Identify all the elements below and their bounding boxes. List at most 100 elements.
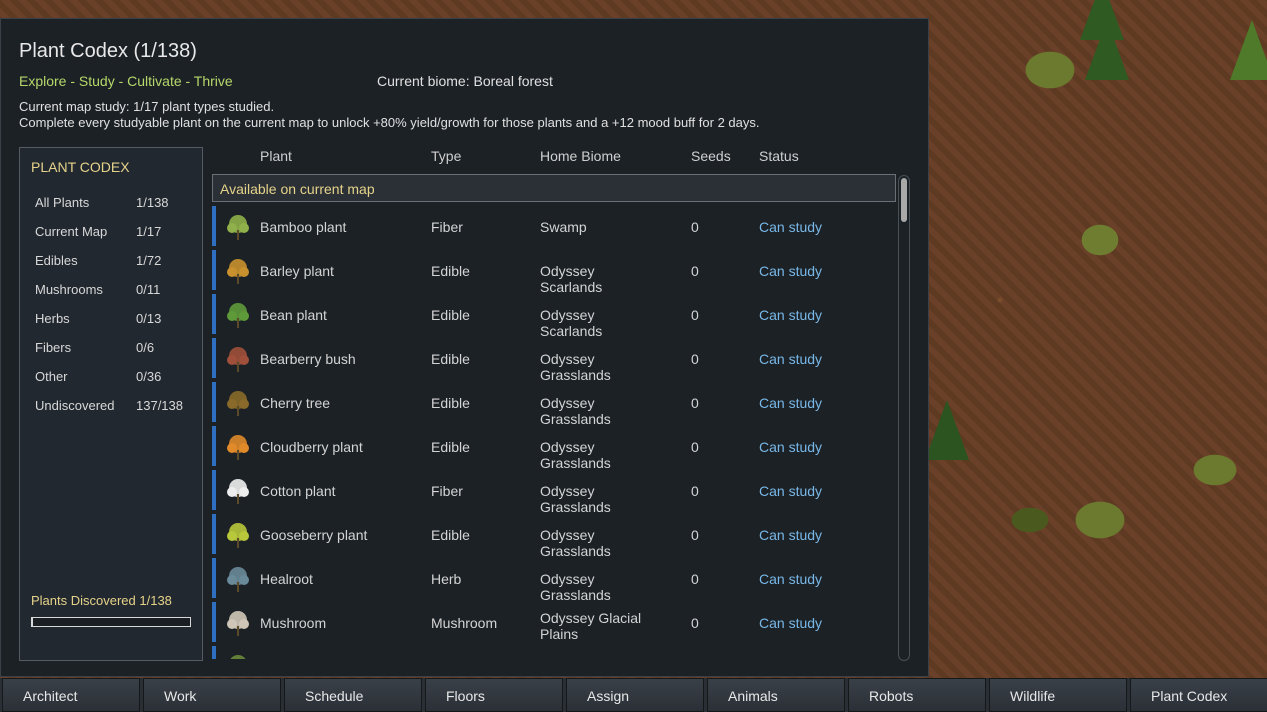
plant-status-link[interactable]: Can study: [759, 483, 822, 499]
category-other[interactable]: Other 0/36: [35, 366, 195, 388]
column-header-home-biome[interactable]: Home Biome: [540, 148, 621, 164]
column-header-status[interactable]: Status: [759, 148, 799, 164]
plant-type: Edible: [431, 527, 470, 543]
tab-wildlife[interactable]: Wildlife: [989, 678, 1127, 712]
plant-row[interactable]: Cotton plant Fiber Odyssey Grasslands 0 Can …: [212, 468, 896, 515]
plant-row[interactable]: Cloudberry plant Edible Odyssey Grasslands…: [212, 424, 896, 471]
plant-status-link[interactable]: Can study: [759, 439, 822, 455]
plant-status-link[interactable]: Can study: [759, 615, 822, 631]
tagline: Explore - Study - Cultivate - Thrive: [19, 73, 233, 89]
column-header-type[interactable]: Type: [431, 148, 461, 164]
tab-schedule[interactable]: Schedule: [284, 678, 422, 712]
plant-seeds: 0: [691, 615, 699, 631]
plant-seeds: 0: [691, 351, 699, 367]
tab-floors[interactable]: Floors: [425, 678, 563, 712]
tab-robots[interactable]: Robots: [848, 678, 986, 712]
window-title: Plant Codex (1/138): [19, 40, 197, 62]
plant-type: Herb: [431, 571, 462, 587]
plant-row[interactable]: Barley plant Edible Odyssey Scarlands 0 Can …: [212, 248, 896, 295]
plant-name: Barley plant: [260, 263, 334, 279]
row-accent-bar: [212, 338, 216, 378]
category-fibers[interactable]: Fibers 0/6: [35, 337, 195, 359]
tab-plant-codex[interactable]: Plant Codex: [1130, 678, 1267, 712]
section-label: Available on current map: [220, 181, 375, 197]
plant-status-link[interactable]: Can study: [759, 571, 822, 587]
category-label: Other: [35, 369, 68, 384]
plant-list-scrollbar[interactable]: [898, 175, 910, 661]
plant-home-biome: Swamp: [540, 219, 587, 235]
tab-assign[interactable]: Assign: [566, 678, 704, 712]
category-label: Current Map: [35, 224, 108, 239]
tab-label: Architect: [23, 688, 78, 704]
category-current-map[interactable]: Current Map 1/17: [35, 221, 195, 243]
category-all-plants[interactable]: All Plants 1/138: [35, 192, 195, 214]
plant-type: Mushroom: [431, 615, 498, 631]
scrollbar-thumb[interactable]: [901, 178, 907, 222]
plant-name: Cloudberry plant: [260, 439, 363, 455]
category-count: 0/11: [136, 282, 161, 297]
plant-row[interactable]: Healroot Herb Odyssey Grasslands 0 Can study: [212, 556, 896, 603]
plant-home-biome: Odyssey Grasslands: [540, 439, 611, 471]
plant-status-link[interactable]: Can study: [759, 395, 822, 411]
category-undiscovered[interactable]: Undiscovered 137/138: [35, 395, 195, 417]
plant-status-link[interactable]: Can study: [759, 307, 822, 323]
row-accent-bar: [212, 602, 216, 642]
category-label: Fibers: [35, 340, 72, 355]
tab-architect[interactable]: Architect: [2, 678, 140, 712]
plant-home-biome: Odyssey Scarlands: [540, 307, 603, 339]
discovery-progress-fill: [32, 618, 34, 626]
category-herbs[interactable]: Herbs 0/13: [35, 308, 195, 330]
column-header-seeds[interactable]: Seeds: [691, 148, 731, 164]
plant-name: Cotton plant: [260, 483, 336, 499]
category-edibles[interactable]: Edibles 1/72: [35, 250, 195, 272]
column-header-plant[interactable]: Plant: [260, 148, 292, 164]
category-count: 0/13: [136, 311, 162, 326]
section-header-current-map: Available on current map: [212, 174, 896, 202]
category-label: Edibles: [35, 253, 78, 268]
category-label: Mushrooms: [35, 282, 103, 297]
plant-row[interactable]: Bamboo plant Fiber Swamp 0 Can study: [212, 204, 896, 248]
plant-name: Cherry tree: [260, 395, 331, 411]
plant-seeds: 0: [691, 483, 699, 499]
tab-work[interactable]: Work: [143, 678, 281, 712]
plant-home-biome: Odyssey Grasslands: [540, 483, 611, 515]
plant-seeds: 0: [691, 395, 699, 411]
plant-row[interactable]: Gooseberry plant Edible Odyssey Grasslands…: [212, 512, 896, 559]
tab-animals[interactable]: Animals: [707, 678, 845, 712]
plant-list: Bamboo plant Fiber Swamp 0 Can study Barley p…: [212, 204, 896, 659]
plant-status-link[interactable]: Can study: [759, 351, 822, 367]
plant-row[interactable]: Bearberry bush Edible Odyssey Grasslands 0 C…: [212, 336, 896, 383]
barley-icon: [222, 254, 254, 286]
plant-seeds: 0: [691, 439, 699, 455]
plant-type: Edible: [431, 395, 470, 411]
category-label: Undiscovered: [35, 398, 115, 413]
cherry-tree-icon: [222, 386, 254, 418]
plant-name: Bean plant: [260, 307, 327, 323]
bottom-tab-bar: Architect Work Schedule Floors Assign Animals…: [0, 678, 1267, 712]
category-label: All Plants: [35, 195, 90, 210]
plant-row[interactable]: [212, 644, 896, 659]
mushroom-icon: [222, 606, 254, 638]
bearberry-icon: [222, 342, 254, 374]
plant-status-link[interactable]: Can study: [759, 527, 822, 543]
plant-name: Bamboo plant: [260, 219, 347, 235]
row-accent-bar: [212, 558, 216, 598]
plant-status-link[interactable]: Can study: [759, 263, 822, 279]
plant-status-link[interactable]: Can study: [759, 219, 822, 235]
category-count: 1/72: [136, 253, 162, 268]
plant-row[interactable]: Mushroom Mushroom Odyssey Glacial Plains 0 C…: [212, 600, 896, 644]
cotton-icon: [222, 474, 254, 506]
plant-type: Fiber: [431, 219, 463, 235]
plant-name: Bearberry bush: [260, 351, 356, 367]
plant-type: Edible: [431, 263, 470, 279]
category-count: 0/6: [136, 340, 155, 355]
category-mushrooms[interactable]: Mushrooms 0/11: [35, 279, 195, 301]
bean-icon: [222, 298, 254, 330]
category-count: 0/36: [136, 369, 162, 384]
cloudberry-icon: [222, 430, 254, 462]
discovery-progress-bar: [31, 617, 191, 627]
codex-sidebar: PLANT CODEX All Plants 1/138 Current Map 1/…: [19, 147, 203, 661]
plant-row[interactable]: Bean plant Edible Odyssey Scarlands 0 Can st…: [212, 292, 896, 339]
plants-discovered-label: Plants Discovered 1/138: [31, 593, 172, 608]
plant-row[interactable]: Cherry tree Edible Odyssey Grasslands 0 Can …: [212, 380, 896, 427]
